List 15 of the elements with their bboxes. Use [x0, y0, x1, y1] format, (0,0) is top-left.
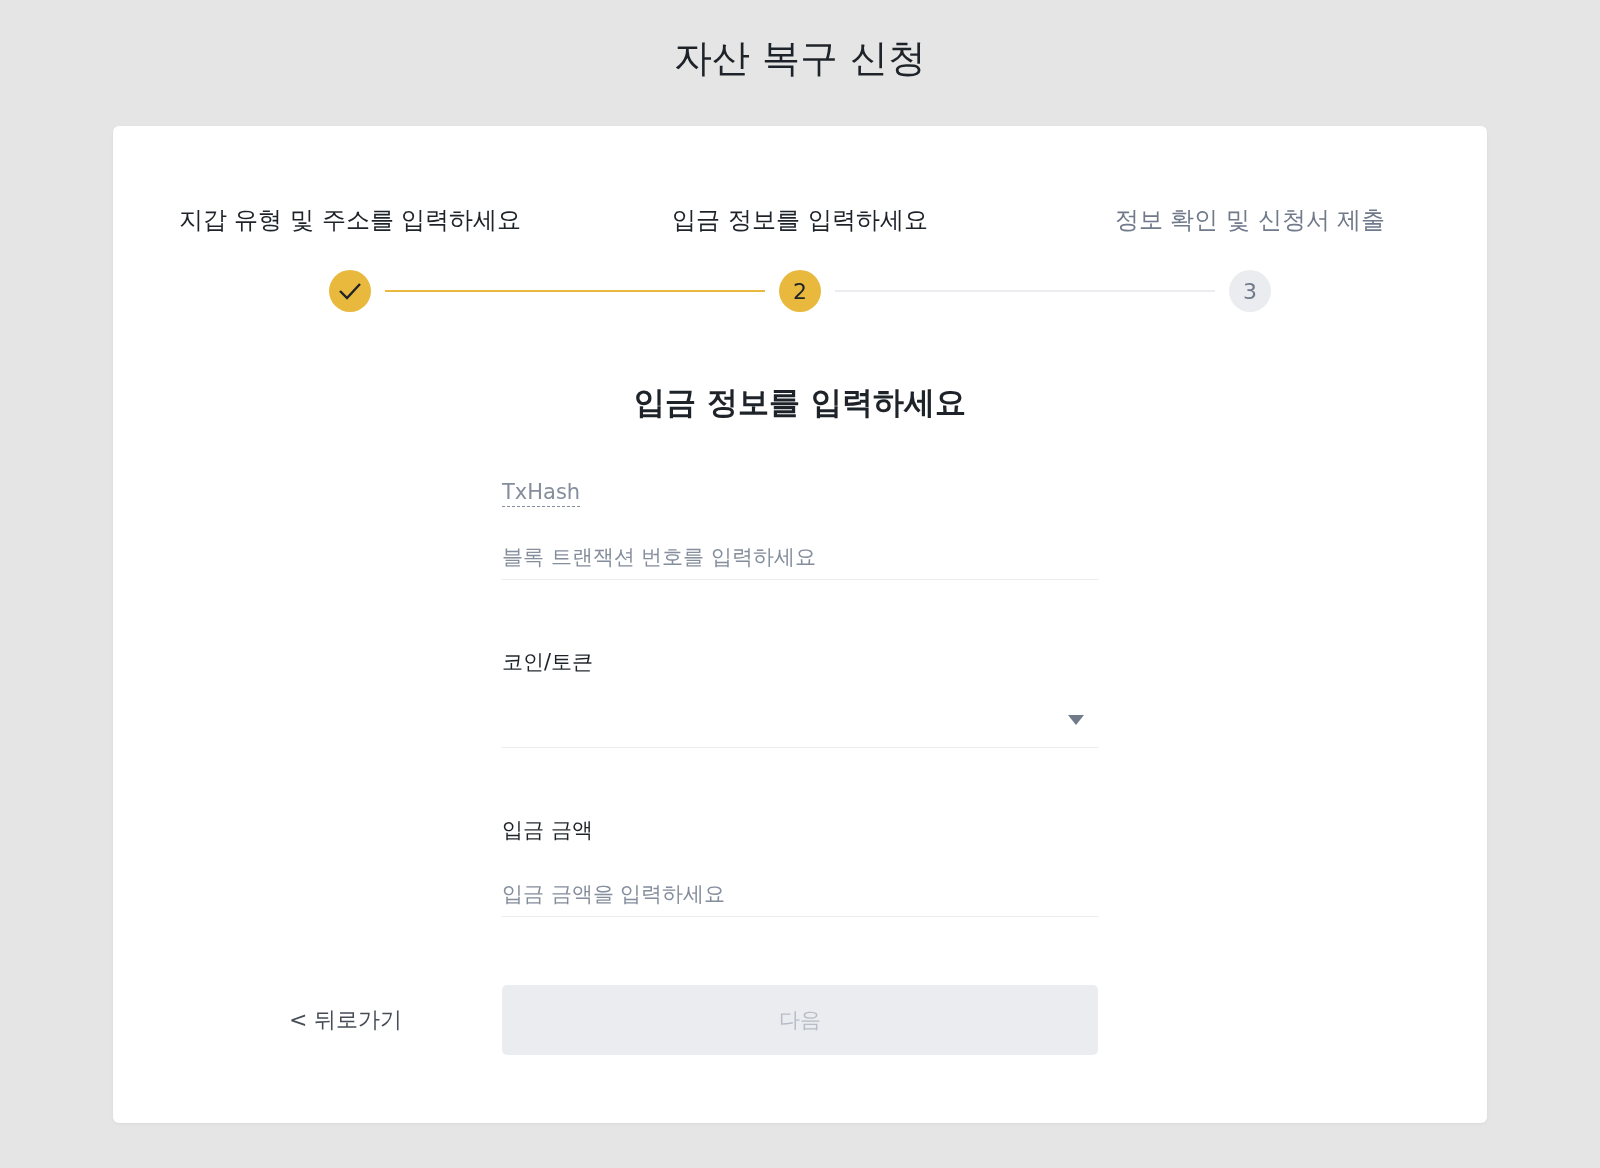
page-title: 자산 복구 신청: [672, 35, 928, 82]
dropdown-caret-icon: [1068, 714, 1084, 725]
input-field[interactable]: 블록 트랜잭션 번호를 입력하세요: [502, 523, 1098, 580]
section-heading: 입금 정보를 입력하세요: [633, 383, 967, 422]
check-icon: [338, 282, 362, 300]
step-label: 입금 정보를 입력하세요: [672, 205, 928, 236]
input-field[interactable]: 입금 금액을 입력하세요: [502, 860, 1098, 917]
field-label: 코인/토큰: [502, 649, 594, 676]
field-label: 입금 금액: [502, 817, 593, 844]
step-label: 지갑 유형 및 주소를 입력하세요: [178, 205, 522, 236]
field-label[interactable]: TxHash: [502, 480, 581, 507]
back-link[interactable]: < 뒤로가기: [113, 1005, 502, 1035]
step-number: 3: [1229, 270, 1271, 312]
step-label: 정보 확인 및 신청서 제출: [1114, 205, 1386, 236]
step-number: 2: [779, 270, 821, 312]
